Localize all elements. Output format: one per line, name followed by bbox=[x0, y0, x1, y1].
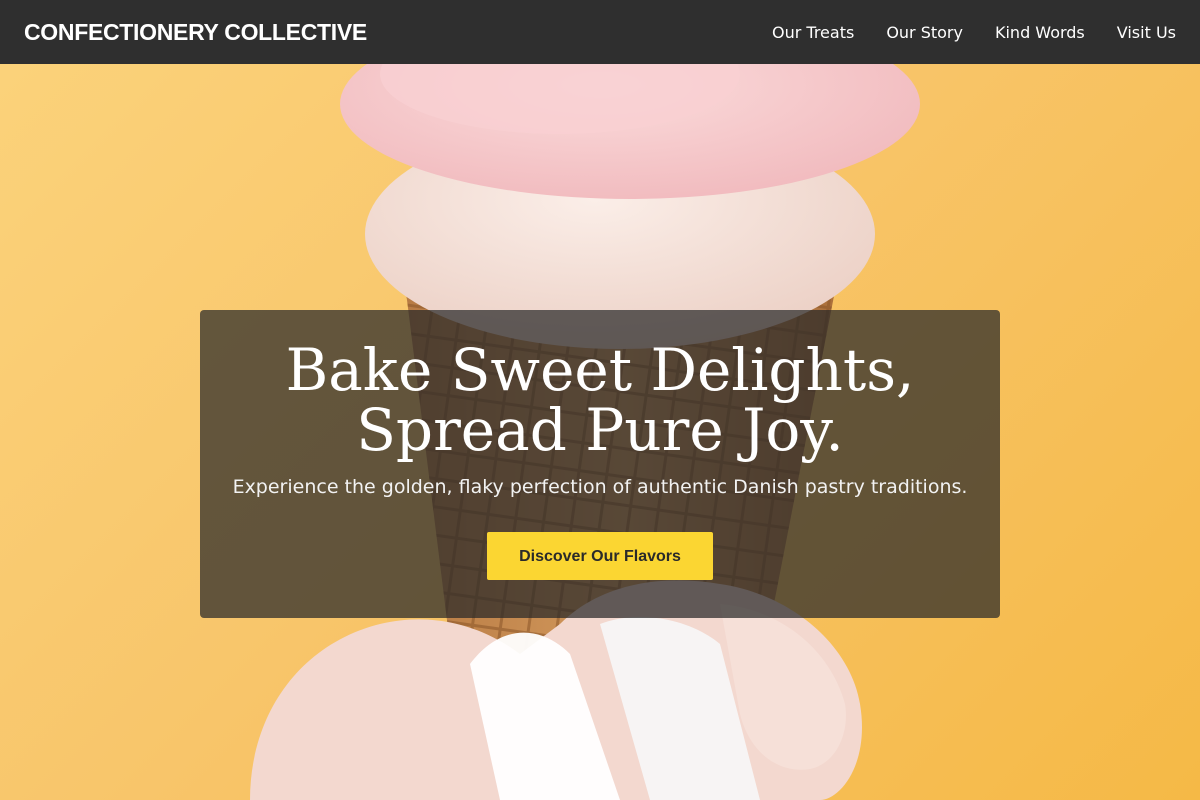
hero-subtitle: Experience the golden, flaky perfection … bbox=[232, 476, 968, 498]
hero-title-line-1: Bake Sweet Delights, bbox=[285, 336, 915, 404]
navbar: CONFECTIONERY COLLECTIVE Our Treats Our … bbox=[0, 0, 1200, 64]
nav-link-visit-us[interactable]: Visit Us bbox=[1117, 23, 1176, 42]
nav-link-kind-words[interactable]: Kind Words bbox=[995, 23, 1085, 42]
hero-title: Bake Sweet Delights, Spread Pure Joy. bbox=[200, 340, 1000, 460]
nav-link-our-story[interactable]: Our Story bbox=[886, 23, 963, 42]
hero-overlay-panel: Bake Sweet Delights, Spread Pure Joy. Ex… bbox=[200, 310, 1000, 618]
hero-title-line-2: Spread Pure Joy. bbox=[356, 396, 844, 464]
hero-section: Bake Sweet Delights, Spread Pure Joy. Ex… bbox=[0, 64, 1200, 800]
discover-flavors-button[interactable]: Discover Our Flavors bbox=[487, 532, 713, 580]
nav-link-our-treats[interactable]: Our Treats bbox=[772, 23, 854, 42]
brand-logo[interactable]: CONFECTIONERY COLLECTIVE bbox=[24, 19, 367, 46]
nav-links: Our Treats Our Story Kind Words Visit Us bbox=[772, 23, 1176, 42]
